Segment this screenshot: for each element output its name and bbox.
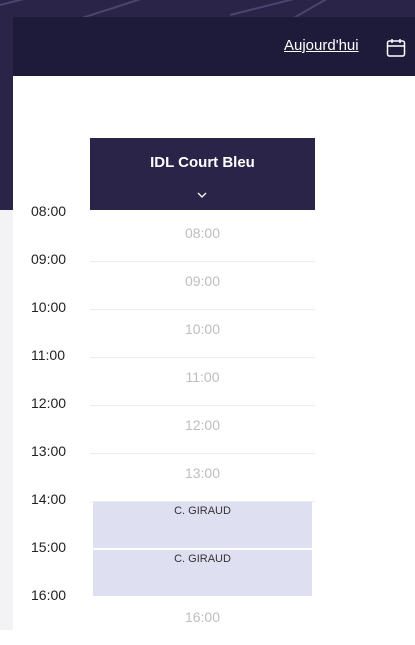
- time-slot[interactable]: 16:00: [90, 597, 315, 645]
- schedule-toolbar: Aujourd'hui: [13, 17, 415, 76]
- time-slot[interactable]: 09:00: [90, 261, 315, 310]
- hour-label: 08:00: [31, 203, 67, 219]
- today-link[interactable]: Aujourd'hui: [284, 37, 359, 54]
- hour-label: 11:00: [31, 347, 65, 363]
- booking-block[interactable]: C. GIRAUD: [93, 550, 312, 596]
- calendar-icon[interactable]: [386, 38, 406, 58]
- hour-label: 16:00: [31, 587, 67, 603]
- schedule-panel: Aujourd'hui IDL Court Bleu 08:00 09:00 1…: [13, 17, 415, 630]
- booking-player-name: C. GIRAUD: [174, 505, 231, 517]
- time-slot[interactable]: 11:00: [90, 357, 315, 406]
- slot-time-label: 08:00: [184, 225, 221, 241]
- hour-label: 12:00: [31, 395, 67, 411]
- hour-label: 15:00: [31, 539, 67, 555]
- time-slot[interactable]: 08:00: [90, 213, 315, 262]
- hour-label: 13:00: [31, 443, 67, 459]
- time-slot[interactable]: 12:00: [90, 405, 315, 454]
- slot-time-label: 12:00: [184, 417, 221, 433]
- time-slot[interactable]: 13:00: [90, 453, 315, 502]
- hour-label: 09:00: [31, 251, 67, 267]
- slot-time-label: 16:00: [184, 609, 221, 625]
- booking-block[interactable]: C. GIRAUD: [93, 502, 312, 548]
- hour-label: 14:00: [31, 491, 67, 507]
- court-name: IDL Court Bleu: [150, 154, 255, 171]
- chevron-down-icon: [197, 192, 207, 198]
- slot-time-label: 11:00: [185, 369, 220, 385]
- slot-time-label: 13:00: [184, 465, 221, 481]
- slot-time-label: 10:00: [184, 321, 221, 337]
- slot-time-label: 09:00: [184, 273, 221, 289]
- time-slot[interactable]: 10:00: [90, 309, 315, 358]
- page-margin: [0, 210, 13, 630]
- hour-label: 10:00: [31, 299, 67, 315]
- court-column-header[interactable]: IDL Court Bleu: [90, 138, 315, 210]
- booking-player-name: C. GIRAUD: [174, 553, 231, 565]
